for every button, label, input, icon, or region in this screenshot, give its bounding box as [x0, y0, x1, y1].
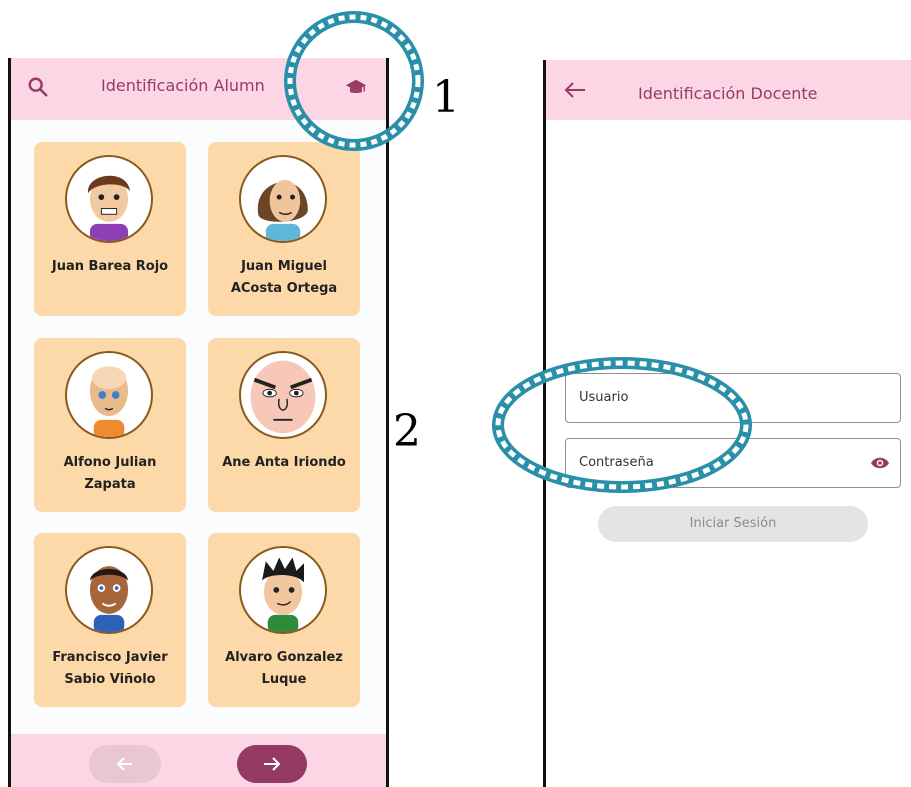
student-name: Juan Miguel ACosta Ortega: [230, 259, 338, 296]
student-card[interactable]: Juan Barea Rojo: [34, 142, 186, 316]
annotation-ring-1: [284, 11, 424, 151]
eye-icon[interactable]: [870, 456, 890, 470]
avatar: [65, 155, 153, 243]
annotation-ring-2: [492, 357, 752, 493]
student-name: Alvaro Gonzalez Luque: [225, 650, 343, 687]
student-card[interactable]: Francisco Javier Sabio Viñolo: [34, 533, 186, 707]
login-button[interactable]: Iniciar Sesión: [598, 506, 868, 542]
annotation-label-1: 1: [432, 72, 460, 123]
student-name: Francisco Javier Sabio Viñolo: [52, 650, 168, 687]
arrow-left-icon: [116, 757, 132, 771]
arrow-right-icon: [264, 757, 281, 771]
student-name: Juan Barea Rojo: [51, 259, 169, 274]
bottom-nav-bar: [11, 734, 386, 787]
next-page-button[interactable]: [237, 745, 307, 783]
avatar: [65, 351, 153, 439]
avatar: [239, 546, 327, 634]
student-card[interactable]: Juan Miguel ACosta Ortega: [208, 142, 360, 316]
top-app-bar: Identificación Docente: [546, 60, 911, 120]
avatar: [65, 546, 153, 634]
student-card[interactable]: Alfono Julian Zapata: [34, 338, 186, 512]
screen-title: Identificación Alumn: [101, 76, 265, 95]
previous-page-button[interactable]: [89, 745, 161, 783]
student-name: Alfono Julian Zapata: [63, 455, 157, 492]
annotation-label-2: 2: [393, 406, 421, 457]
login-button-label: Iniciar Sesión: [689, 516, 777, 531]
student-card[interactable]: Alvaro Gonzalez Luque: [208, 533, 360, 707]
search-icon[interactable]: [27, 76, 49, 98]
student-card[interactable]: Ane Anta Iriondo: [208, 338, 360, 512]
avatar: [239, 351, 327, 439]
student-name: Ane Anta Iriondo: [222, 455, 346, 470]
avatar: [239, 155, 327, 243]
screen-title: Identificación Docente: [638, 84, 818, 103]
back-arrow-icon[interactable]: [564, 80, 586, 100]
student-identification-screen: Identificación Alumn Juan Barea Rojo Jua…: [8, 58, 389, 787]
